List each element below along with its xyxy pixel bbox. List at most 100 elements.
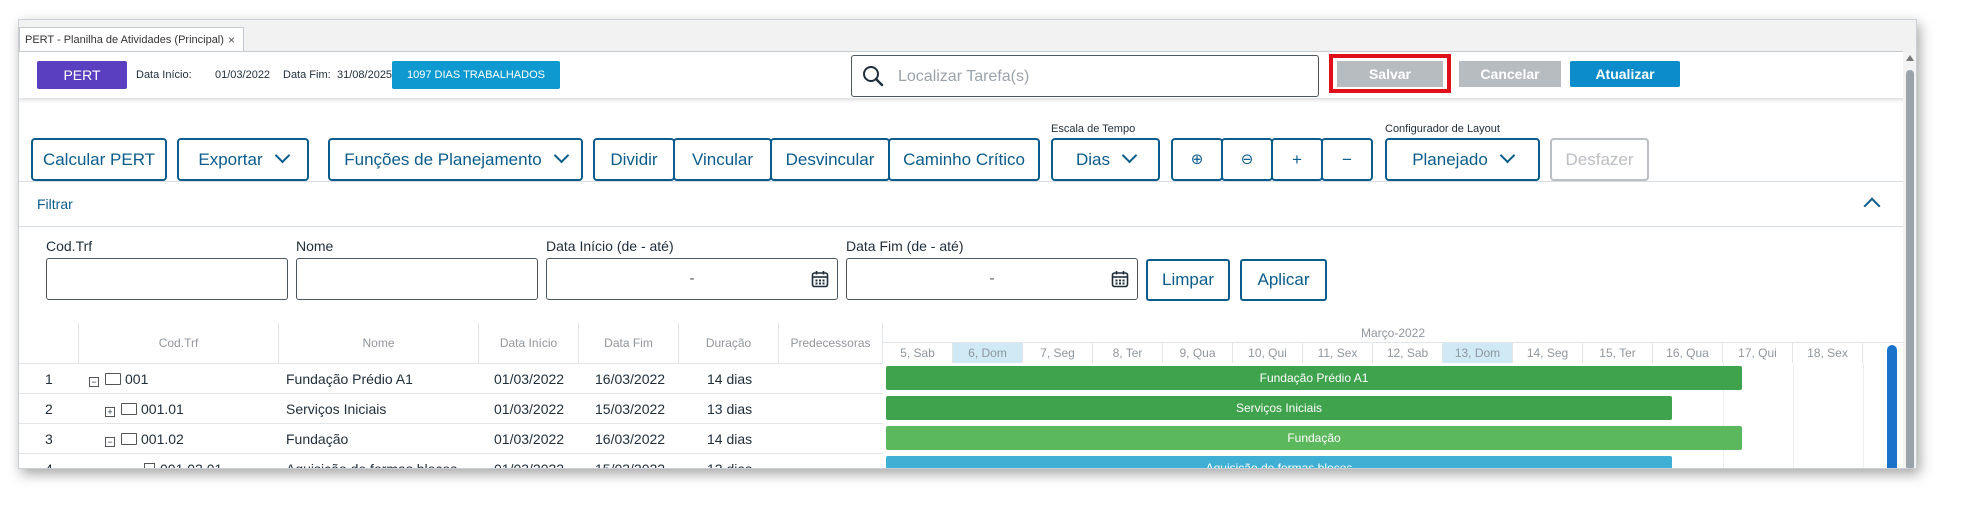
column-header-duracao[interactable]: Duração [679,323,779,363]
zoom-in-button[interactable]: ⊕ [1171,138,1223,181]
row-number: 4 [45,461,53,469]
gantt-day-weekend: 13, Dom [1443,343,1513,363]
cod-trf-field[interactable] [46,258,288,300]
cancel-button[interactable]: Cancelar [1459,61,1561,87]
vincular-label: Vincular [691,150,754,169]
gantt-gridline [1793,363,1794,468]
desvincular-button[interactable]: Desvincular [770,138,890,181]
calendar-icon[interactable] [811,270,829,288]
task-start: 01/03/2022 [494,431,565,447]
task-end: 16/03/2022 [595,371,666,387]
desvincular-label: Desvincular [785,150,875,169]
data-inicio-range-field[interactable]: - [546,258,838,300]
table-row[interactable]: 1 − 001 Fundação Prédio A1 01/03/2022 16/… [19,363,883,393]
task-code: 001.01 [141,401,184,417]
exportar-dropdown[interactable]: Exportar [177,138,309,181]
task-start: 01/03/2022 [494,461,565,469]
gantt-bar[interactable]: Serviços Iniciais [886,396,1672,420]
limpar-label: Limpar [1162,270,1214,289]
pert-button[interactable]: PERT [37,61,127,89]
gantt-day: 16, Qua [1653,343,1723,363]
task-name: Aquisição de formas blocos [286,461,458,469]
folder-open-icon [121,433,137,445]
update-button[interactable]: Atualizar [1570,61,1680,87]
zoom-out-button[interactable]: ⊖ [1221,138,1273,181]
gantt-month-header: Março-2022 [883,323,1903,343]
zoom-in-icon: ⊕ [1190,151,1204,168]
row-number: 3 [45,431,53,447]
gantt-bar[interactable]: Fundação [886,426,1742,450]
table-row[interactable]: 4 001.02.01 Aquisição de formas blocos 0… [19,453,883,469]
task-start: 01/03/2022 [494,371,565,387]
gantt-day: 17, Qui [1723,343,1793,363]
escala-value: Dias [1075,150,1110,169]
data-fim-filter-label: Data Fim (de - até) [846,238,964,254]
gantt-day: 15, Ter [1583,343,1653,363]
close-icon[interactable]: × [228,28,235,52]
escala-dropdown[interactable]: Dias [1051,138,1160,181]
column-header-cod-trf[interactable]: Cod.Trf [79,323,279,363]
filter-title: Filtrar [37,196,73,212]
collapse-toggle-icon[interactable]: − [89,377,99,387]
gantt-bar[interactable]: Aquisição de formas blocos [886,456,1672,468]
gantt-day: 10, Qui [1233,343,1303,363]
gantt-day: 14, Seg [1513,343,1583,363]
save-button[interactable]: Salvar [1337,61,1443,87]
table-row[interactable]: 2 +001.01 Serviços Iniciais 01/03/2022 1… [19,393,883,423]
gantt-chart: Março-2022 5, Sab 6, Dom 7, Seg 8, Ter 9… [883,323,1903,468]
gantt-day-weekend: 6, Dom [953,343,1023,363]
row-number: 1 [45,371,53,387]
column-header-data-inicio[interactable]: Data Início [479,323,579,363]
scroll-up-icon[interactable] [1906,55,1914,61]
task-end: 16/03/2022 [595,431,666,447]
scrollbar-thumb[interactable] [1906,70,1914,468]
calendar-icon[interactable] [1111,270,1129,288]
filter-header[interactable]: Filtrar [19,181,1916,227]
gantt-day: 7, Seg [1023,343,1093,363]
data-inicio-label: Data Início: [136,69,192,81]
funcoes-planejamento-dropdown[interactable]: Funções de Planejamento [328,138,583,181]
vertical-scrollbar[interactable] [1903,50,1916,468]
column-header-predecessoras[interactable]: Predecessoras [779,323,883,363]
funcoes-label: Funções de Planejamento [344,150,542,169]
data-inicio-range-value: - [689,270,695,287]
table-row[interactable]: 3 − 001.02 Fundação 01/03/2022 16/03/2022… [19,423,883,453]
nome-label: Nome [296,238,334,254]
search-input[interactable] [896,62,1300,92]
expand-toggle-icon[interactable]: + [105,407,115,417]
column-header-nome[interactable]: Nome [279,323,479,363]
task-name: Fundação [286,431,349,447]
vincular-button[interactable]: Vincular [673,138,772,181]
data-fim-range-field[interactable]: - [846,258,1138,300]
dias-trabalhados-badge: 1097 DIAS TRABALHADOS [392,61,560,89]
gantt-day: 8, Ter [1093,343,1163,363]
aplicar-button[interactable]: Aplicar [1240,259,1327,301]
task-duration: 14 dias [707,371,753,387]
task-duration: 13 dias [707,401,753,417]
nome-field[interactable] [296,258,538,300]
data-inicio-value: 01/03/2022 [215,69,271,81]
collapse-toggle-icon[interactable]: − [105,437,115,447]
cod-trf-label: Cod.Trf [46,238,93,254]
layout-dropdown[interactable]: Planejado [1385,138,1540,181]
limpar-button[interactable]: Limpar [1146,259,1230,301]
gantt-day: 18, Sex [1793,343,1863,363]
escala-de-tempo-title: Escala de Tempo [1051,123,1136,135]
dividir-label: Dividir [610,150,658,169]
expand-button[interactable]: + [1271,138,1323,181]
configurador-layout-title: Configurador de Layout [1385,123,1500,135]
gantt-scrollbar[interactable] [1887,345,1897,468]
calcular-pert-button[interactable]: Calcular PERT [31,138,167,181]
gantt-bar[interactable]: Fundação Prédio A1 [886,366,1742,390]
layout-value: Planejado [1412,150,1488,169]
chevron-up-icon[interactable] [1863,197,1881,215]
desfazer-button[interactable]: Desfazer [1550,138,1649,181]
collapse-button[interactable]: − [1321,138,1373,181]
task-duration: 14 dias [707,431,753,447]
caminho-critico-button[interactable]: Caminho Crítico [888,138,1040,181]
aplicar-label: Aplicar [1257,270,1310,289]
task-end: 15/03/2022 [595,401,666,417]
window-tab[interactable]: PERT - Planilha de Atividades (Principal… [19,27,244,51]
dividir-button[interactable]: Dividir [593,138,675,181]
column-header-data-fim[interactable]: Data Fim [579,323,679,363]
